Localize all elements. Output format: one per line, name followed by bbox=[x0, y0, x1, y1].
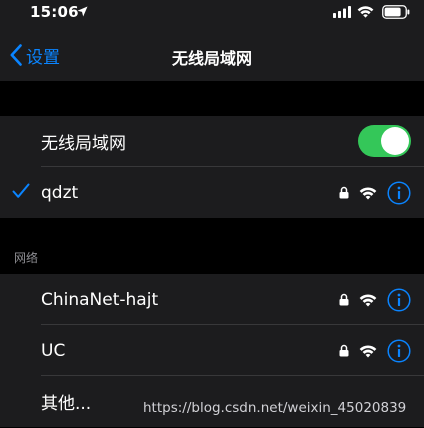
info-button[interactable] bbox=[387, 180, 411, 205]
status-bar: 15:06 bbox=[0, 0, 424, 26]
lock-icon bbox=[339, 186, 349, 199]
network-name: ChinaNet-hajt bbox=[41, 289, 159, 310]
navigation-bar: 设置 无线局域网 bbox=[0, 26, 424, 81]
page-title: 无线局域网 bbox=[171, 49, 252, 68]
wifi-signal-icon bbox=[359, 293, 377, 306]
cellular-signal-icon bbox=[333, 6, 351, 18]
connected-network-row[interactable]: qdzt bbox=[0, 167, 424, 218]
connected-network-name: qdzt bbox=[41, 182, 79, 203]
other-network-label: 其他... bbox=[41, 394, 92, 414]
watermark-text: https://blog.csdn.net/weixin_45020839 bbox=[143, 400, 407, 416]
battery-icon bbox=[382, 5, 410, 19]
wifi-toggle-row: 无线局域网 bbox=[0, 116, 424, 167]
wifi-settings-group: 无线局域网 qdzt bbox=[0, 116, 424, 218]
lock-icon bbox=[339, 293, 349, 306]
info-button[interactable] bbox=[387, 338, 411, 363]
wifi-toggle-switch[interactable] bbox=[358, 125, 411, 157]
checkmark-icon bbox=[12, 183, 30, 198]
location-arrow-icon bbox=[77, 6, 88, 17]
networks-section-header: 网络 bbox=[14, 251, 39, 265]
network-name: UC bbox=[41, 340, 66, 361]
info-button[interactable] bbox=[387, 287, 411, 312]
wifi-toggle-label: 无线局域网 bbox=[41, 134, 126, 154]
wifi-signal-icon bbox=[359, 186, 377, 199]
network-row[interactable]: UC bbox=[0, 325, 424, 376]
network-row[interactable]: ChinaNet-hajt bbox=[0, 274, 424, 325]
wifi-signal-icon bbox=[359, 344, 377, 357]
toggle-knob bbox=[381, 127, 409, 155]
lock-icon bbox=[339, 344, 349, 357]
status-time: 15:06 bbox=[30, 3, 79, 21]
status-wifi-icon bbox=[357, 6, 374, 18]
